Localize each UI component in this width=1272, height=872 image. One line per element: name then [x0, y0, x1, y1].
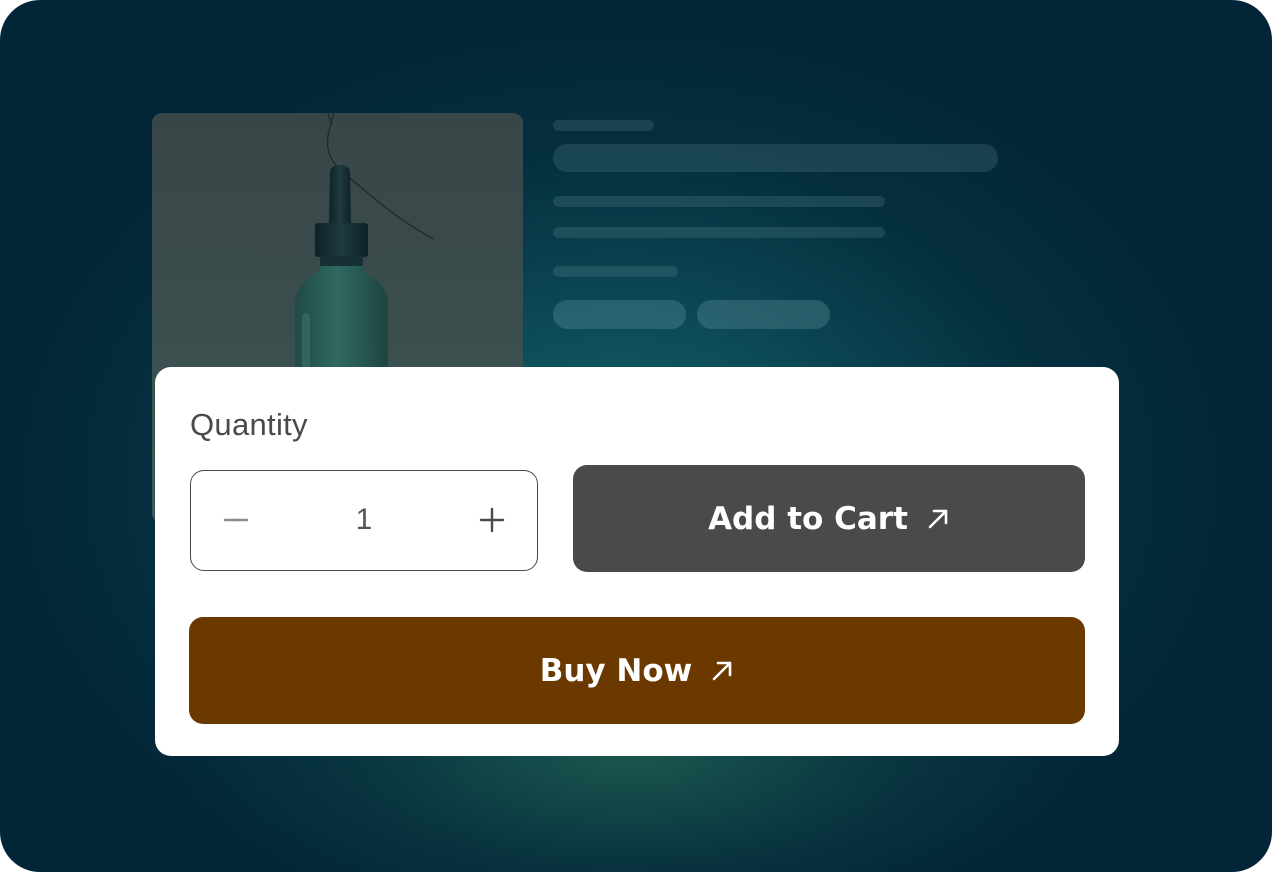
skeleton-chip: [697, 300, 830, 329]
skeleton-line: [553, 196, 885, 207]
arrow-up-right-icon: [928, 509, 948, 528]
quantity-value[interactable]: 1: [331, 471, 397, 569]
app-frame: Quantity 1 Add to Cart Buy Now: [0, 0, 1272, 872]
purchase-card: Quantity 1 Add to Cart Buy Now: [155, 367, 1119, 756]
quantity-stepper[interactable]: 1: [190, 470, 538, 571]
decrement-button[interactable]: [191, 471, 281, 569]
skeleton-title: [553, 144, 998, 172]
minus-icon: [223, 518, 249, 522]
buy-now-button[interactable]: Buy Now: [189, 617, 1085, 724]
quantity-label: Quantity: [190, 407, 308, 442]
skeleton-line: [553, 120, 654, 131]
arrow-up-right-icon: [712, 661, 732, 680]
add-to-cart-button[interactable]: Add to Cart: [573, 465, 1085, 572]
plus-icon: [479, 507, 505, 533]
skeleton-chip: [553, 300, 686, 329]
add-to-cart-label: Add to Cart: [708, 500, 908, 537]
skeleton-line: [553, 266, 678, 277]
skeleton-line: [553, 227, 885, 238]
increment-button[interactable]: [447, 471, 537, 569]
buy-now-label: Buy Now: [539, 652, 693, 689]
